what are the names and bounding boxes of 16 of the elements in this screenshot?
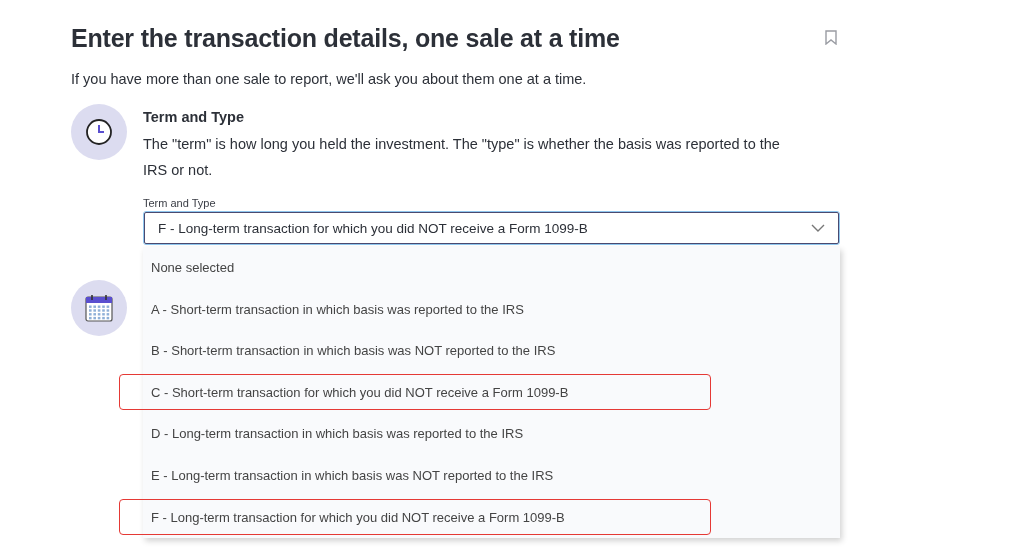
dropdown-option[interactable]: A - Short-term transaction in which basis was reported to the IRS <box>143 288 840 331</box>
dropdown-option[interactable]: D - Long-term transaction in which basis was reported to the IRS <box>143 413 840 455</box>
dropdown-option[interactable]: F - Long-term transaction for which you did NOT receive a Form 1099-B <box>143 496 840 539</box>
section-description: The "term" is how long you held the investment. The "type" is whether the basis was reported to the IRS or not. <box>143 135 781 180</box>
dropdown-option[interactable]: C - Short-term transaction for which you did NOT receive a Form 1099-B <box>143 371 840 414</box>
section-heading: Term and Type <box>143 109 245 125</box>
field-label: Term and Type <box>143 197 217 209</box>
clock-icon <box>71 104 127 160</box>
calendar-icon <box>71 280 127 336</box>
bookmark-icon[interactable] <box>825 30 837 45</box>
dropdown-option[interactable]: B - Short-term transaction in which basis was NOT reported to the IRS <box>143 330 840 372</box>
dropdown-option[interactable]: None selected <box>143 247 840 289</box>
term-type-dropdown[interactable]: F - Long-term transaction for which you did NOT receive a Form 1099-B <box>143 211 840 245</box>
page-subtitle: If you have more than one sale to report, we'll ask you about them one at a time. <box>71 71 588 87</box>
dropdown-option[interactable]: E - Long-term transaction in which basis was NOT reported to the IRS <box>143 454 840 497</box>
page-title: Enter the transaction details, one sale at a time <box>71 24 620 53</box>
